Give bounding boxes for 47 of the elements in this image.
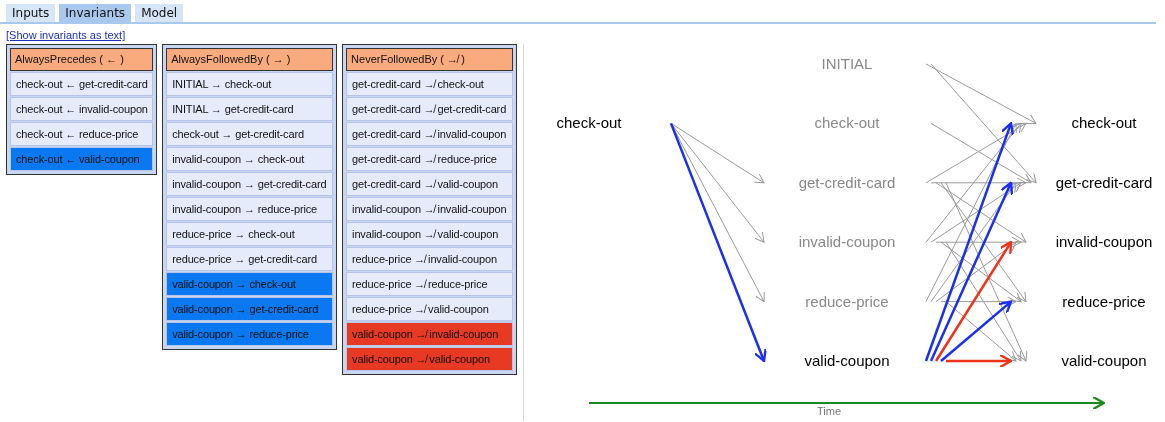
invariant-row[interactable]: invalid-coupon → get-credit-card <box>166 172 334 196</box>
event-node[interactable]: valid-coupon <box>1061 352 1147 369</box>
invariant-row[interactable]: valid-coupon ↛ invalid-coupon <box>346 322 513 346</box>
event-node[interactable]: check-out <box>1071 114 1137 132</box>
table-header: AlwaysPrecedes ( ← ) <box>10 48 154 71</box>
invariant-row[interactable]: check-out ← invalid-coupon <box>10 97 154 121</box>
event-node[interactable]: get-credit-card <box>798 173 896 191</box>
invariant-row[interactable]: valid-coupon → check-out <box>166 272 334 296</box>
invariant-row[interactable]: reduce-price → check-out <box>166 222 334 246</box>
axis-label: Time <box>817 405 841 417</box>
table-header: AlwaysFollowedBy ( → ) <box>166 48 334 71</box>
event-node[interactable]: invalid-coupon <box>798 233 896 251</box>
invariant-row[interactable]: INITIAL → get-credit-card <box>166 97 334 121</box>
show-as-text-link[interactable]: [Show invariants as text] <box>6 29 1165 41</box>
invariant-row[interactable]: check-out ← get-credit-card <box>10 72 154 96</box>
event-node[interactable]: invalid-coupon <box>1055 233 1153 251</box>
invariant-row[interactable]: get-credit-card ↛ valid-coupon <box>346 172 513 196</box>
event-node[interactable]: get-credit-card <box>1055 173 1153 191</box>
invariant-row[interactable]: get-credit-card ↛ check-out <box>346 72 513 96</box>
invariant-row[interactable]: check-out ← reduce-price <box>10 122 154 146</box>
invariant-row[interactable]: invalid-coupon → check-out <box>166 147 334 171</box>
table-header: NeverFollowedBy ( ↛ ) <box>346 48 513 71</box>
tab[interactable]: Invariants <box>59 4 132 22</box>
invariant-row[interactable]: check-out ← valid-coupon <box>10 147 154 171</box>
event-node[interactable]: INITIAL <box>821 55 873 72</box>
tab[interactable]: Inputs <box>6 4 56 22</box>
invariant-row[interactable]: valid-coupon → reduce-price <box>166 322 334 346</box>
invariant-row[interactable]: get-credit-card ↛ get-credit-card <box>346 97 513 121</box>
invariant-row[interactable]: invalid-coupon ↛ invalid-coupon <box>346 197 513 221</box>
invariant-row[interactable]: get-credit-card ↛ invalid-coupon <box>346 122 513 146</box>
invariant-row[interactable]: reduce-price → get-credit-card <box>166 247 334 271</box>
event-node[interactable]: check-out <box>556 114 622 132</box>
event-node[interactable]: reduce-price <box>1062 292 1146 310</box>
invariant-row[interactable]: check-out → get-credit-card <box>166 122 334 146</box>
invariant-row[interactable]: reduce-price ↛ reduce-price <box>346 272 513 296</box>
invariant-row[interactable]: reduce-price ↛ valid-coupon <box>346 297 513 321</box>
invariant-row[interactable]: valid-coupon → get-credit-card <box>166 297 334 321</box>
invariant-row[interactable]: get-credit-card ↛ reduce-price <box>346 147 513 171</box>
event-node[interactable]: reduce-price <box>805 292 889 310</box>
event-node[interactable]: valid-coupon <box>804 352 890 369</box>
invariant-row[interactable]: reduce-price ↛ invalid-coupon <box>346 247 513 271</box>
invariant-row[interactable]: valid-coupon ↛ valid-coupon <box>346 347 513 371</box>
invariant-row[interactable]: INITIAL → check-out <box>166 72 334 96</box>
invariant-row[interactable]: invalid-coupon → reduce-price <box>166 197 334 221</box>
invariant-row[interactable]: invalid-coupon ↛ valid-coupon <box>346 222 513 246</box>
event-node[interactable]: check-out <box>814 114 880 132</box>
tab[interactable]: Model <box>135 4 184 22</box>
